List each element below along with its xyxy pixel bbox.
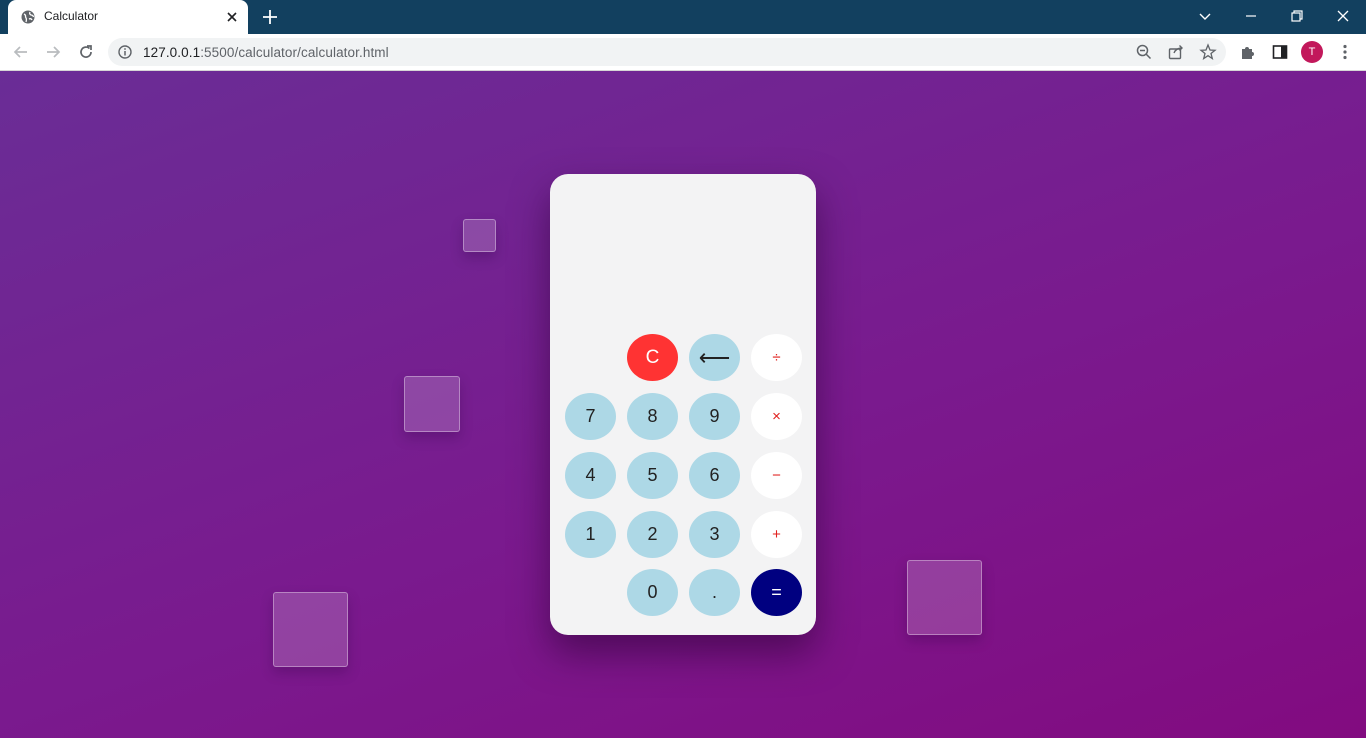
digit-6-button[interactable]: 6 (689, 452, 740, 499)
digit-8-button[interactable]: 8 (627, 393, 678, 440)
digit-0-button[interactable]: 0 (627, 569, 678, 616)
reload-icon[interactable] (77, 43, 95, 61)
tab-title: Calculator (44, 9, 99, 23)
globe-icon (21, 10, 35, 24)
share-icon[interactable] (1167, 43, 1185, 61)
browser-tab[interactable]: Calculator (8, 0, 248, 34)
side-panel-icon[interactable] (1271, 43, 1289, 61)
decorative-square (273, 592, 348, 667)
digit-2-button[interactable]: 2 (627, 511, 678, 558)
browser-toolbar: 127.0.0.1:5500/calculator/calculator.htm… (0, 34, 1366, 71)
tab-strip: Calculator (0, 0, 1366, 34)
decorative-square (907, 560, 982, 635)
digit-7-button[interactable]: 7 (565, 393, 616, 440)
url-path: :5500/calculator/calculator.html (200, 45, 389, 60)
extensions-puzzle-icon[interactable] (1239, 43, 1257, 61)
digit-9-button[interactable]: 9 (689, 393, 740, 440)
backspace-button[interactable]: ⟵ (689, 334, 740, 381)
restore-icon[interactable] (1287, 6, 1307, 26)
new-tab-icon[interactable] (261, 8, 279, 26)
page-background: C ⟵ ÷ 7 8 9 × 4 5 6 − 1 2 3 + 0 . = (0, 71, 1366, 738)
digit-5-button[interactable]: 5 (627, 452, 678, 499)
clear-button[interactable]: C (627, 334, 678, 381)
site-info-icon[interactable] (118, 45, 132, 59)
close-tab-icon[interactable] (224, 9, 240, 25)
add-button[interactable]: + (751, 511, 802, 558)
subtract-button[interactable]: − (751, 452, 802, 499)
url-text: 127.0.0.1:5500/calculator/calculator.htm… (143, 45, 389, 60)
digit-4-button[interactable]: 4 (565, 452, 616, 499)
tab-search-chevron-icon[interactable] (1195, 6, 1215, 26)
address-bar[interactable]: 127.0.0.1:5500/calculator/calculator.htm… (108, 38, 1226, 66)
decorative-square (463, 219, 496, 252)
digit-3-button[interactable]: 3 (689, 511, 740, 558)
url-host: 127.0.0.1 (143, 45, 201, 60)
profile-avatar[interactable]: T (1301, 41, 1323, 63)
decorative-square (404, 376, 460, 432)
bookmark-star-icon[interactable] (1199, 43, 1217, 61)
zoom-icon[interactable] (1135, 43, 1153, 61)
minimize-icon[interactable] (1241, 6, 1261, 26)
divide-button[interactable]: ÷ (751, 334, 802, 381)
forward-arrow-icon[interactable] (44, 43, 62, 61)
calculator: C ⟵ ÷ 7 8 9 × 4 5 6 − 1 2 3 + 0 . = (550, 174, 816, 635)
multiply-button[interactable]: × (751, 393, 802, 440)
back-arrow-icon[interactable] (12, 43, 30, 61)
close-window-icon[interactable] (1333, 6, 1353, 26)
decimal-button[interactable]: . (689, 569, 740, 616)
more-menu-icon[interactable] (1336, 43, 1354, 61)
calculator-display (564, 194, 802, 314)
equals-button[interactable]: = (751, 569, 802, 616)
digit-1-button[interactable]: 1 (565, 511, 616, 558)
